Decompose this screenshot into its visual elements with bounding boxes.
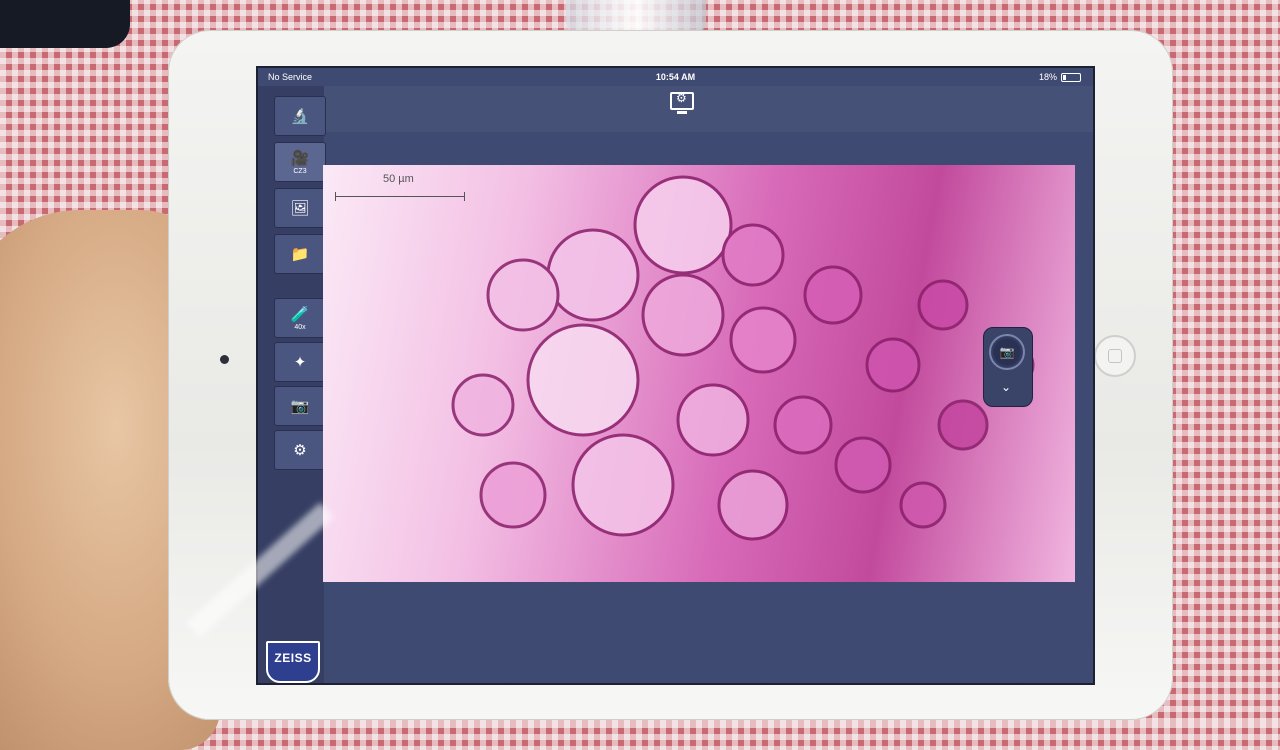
clock: 10:54 AM — [655, 72, 696, 82]
scale-bar — [335, 192, 465, 201]
zeiss-logo: ZEISS — [266, 641, 320, 683]
microscope-settings-icon: ⚙ — [293, 442, 307, 459]
folder-icon: 📁 — [290, 246, 310, 263]
image-gallery-icon: 🖼 — [290, 200, 310, 217]
monitor-stand — [677, 111, 687, 114]
scale-bar-label: 50 µm — [383, 173, 414, 185]
status-bar: No Service 10:54 AM 18% — [258, 68, 1093, 86]
home-button[interactable] — [1094, 335, 1136, 377]
camera-device-icon: 🎥 — [290, 150, 310, 167]
camera-settings-button[interactable]: 📷 — [274, 386, 326, 426]
snap-widget: 📷 ⌄ — [983, 327, 1033, 407]
microscope-icon: 🔬 — [290, 108, 310, 125]
front-camera — [220, 355, 229, 364]
sidebar: 🔬 🎥 CZ3 🖼 📁 🧪 40x ✦ 📷 ⚙ ZEISS — [258, 86, 326, 683]
light-settings-icon: ✦ — [293, 354, 307, 371]
battery-status: 18% — [1039, 68, 1081, 86]
camera-device-label: CZ3 — [293, 168, 307, 175]
top-toolbar — [258, 86, 1093, 132]
folder-button[interactable]: 📁 — [274, 234, 326, 274]
microscope-button[interactable]: 🔬 — [274, 96, 326, 136]
monitor-settings-icon[interactable] — [670, 91, 694, 110]
objective-button[interactable]: 🧪 40x — [274, 298, 326, 338]
camera-device-button[interactable]: 🎥 CZ3 — [274, 142, 326, 182]
micrograph — [451, 175, 1035, 541]
light-settings-button[interactable]: ✦ — [274, 342, 326, 382]
objective-icon: 🧪 — [290, 306, 310, 323]
snap-button[interactable]: 📷 — [989, 334, 1025, 370]
microscope-settings-button[interactable]: ⚙ — [274, 430, 326, 470]
background-object — [0, 0, 130, 48]
battery-icon — [1061, 72, 1081, 82]
camera-settings-icon: 📷 — [290, 398, 310, 415]
image-gallery-button[interactable]: 🖼 — [274, 188, 326, 228]
ipad-device: No Service 10:54 AM 18% 🔬 🎥 CZ3 🖼 📁 � — [168, 30, 1173, 720]
camera-icon: 📷 — [999, 345, 1015, 359]
live-image-view[interactable]: 50 µm 📷 ⌄ — [323, 165, 1075, 582]
chevron-down-icon[interactable]: ⌄ — [1001, 380, 1011, 394]
battery-percent: 18% — [1038, 72, 1057, 82]
objective-label: 40x — [294, 324, 306, 331]
app-screen: No Service 10:54 AM 18% 🔬 🎥 CZ3 🖼 📁 � — [256, 66, 1095, 685]
